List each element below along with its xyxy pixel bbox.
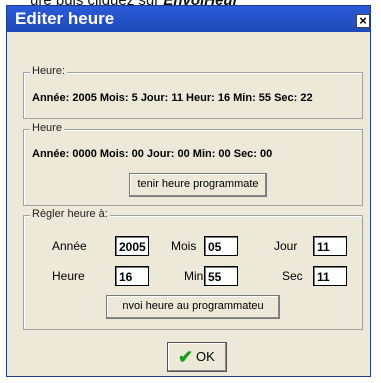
- programmer-time-value: Année: 0000 Mois: 00 Jour: 00 Min: 00 Se…: [32, 148, 273, 160]
- set-time-legend: Règler heure à:: [30, 208, 110, 220]
- minute-field[interactable]: 55: [204, 266, 238, 286]
- programmer-time-group: Heure Année: 0000 Mois: 00 Jour: 00 Min:…: [23, 122, 363, 206]
- close-button[interactable]: ×: [356, 14, 370, 28]
- title-bar: Editer heure ×: [7, 6, 370, 32]
- second-field[interactable]: 11: [313, 266, 347, 286]
- day-label: Jour: [274, 239, 298, 253]
- day-field[interactable]: 11: [313, 236, 347, 256]
- hour-label: Heure: [52, 269, 85, 283]
- month-field[interactable]: 05: [204, 236, 238, 256]
- hour-field[interactable]: 16: [115, 266, 149, 286]
- ok-label: OK: [196, 349, 215, 364]
- current-time-legend: Heure:: [30, 65, 68, 77]
- dialog-window: Editer heure × Heure: Année: 2005 Mois: …: [6, 5, 371, 377]
- send-time-button[interactable]: nvoi heure au programmateu: [106, 295, 280, 319]
- checkmark-icon: ✔: [178, 347, 194, 367]
- programmer-time-legend: Heure: [30, 122, 64, 134]
- second-label: Sec: [282, 269, 303, 283]
- minute-label: Min: [184, 269, 204, 283]
- set-time-group: Règler heure à: Année 2005 Mois 05 Jour …: [23, 208, 363, 330]
- month-label: Mois: [171, 239, 197, 253]
- ok-button[interactable]: ✔ OK: [167, 342, 227, 372]
- current-time-value: Année: 2005 Mois: 5 Jour: 11 Heur: 16 Mi…: [32, 92, 313, 104]
- year-field[interactable]: 2005: [115, 236, 149, 256]
- current-time-group: Heure: Année: 2005 Mois: 5 Jour: 11 Heur…: [23, 65, 363, 119]
- dialog-title: Editer heure: [15, 9, 115, 28]
- get-programmer-time-button[interactable]: tenir heure programmate: [129, 173, 267, 197]
- year-label: Année: [52, 239, 87, 253]
